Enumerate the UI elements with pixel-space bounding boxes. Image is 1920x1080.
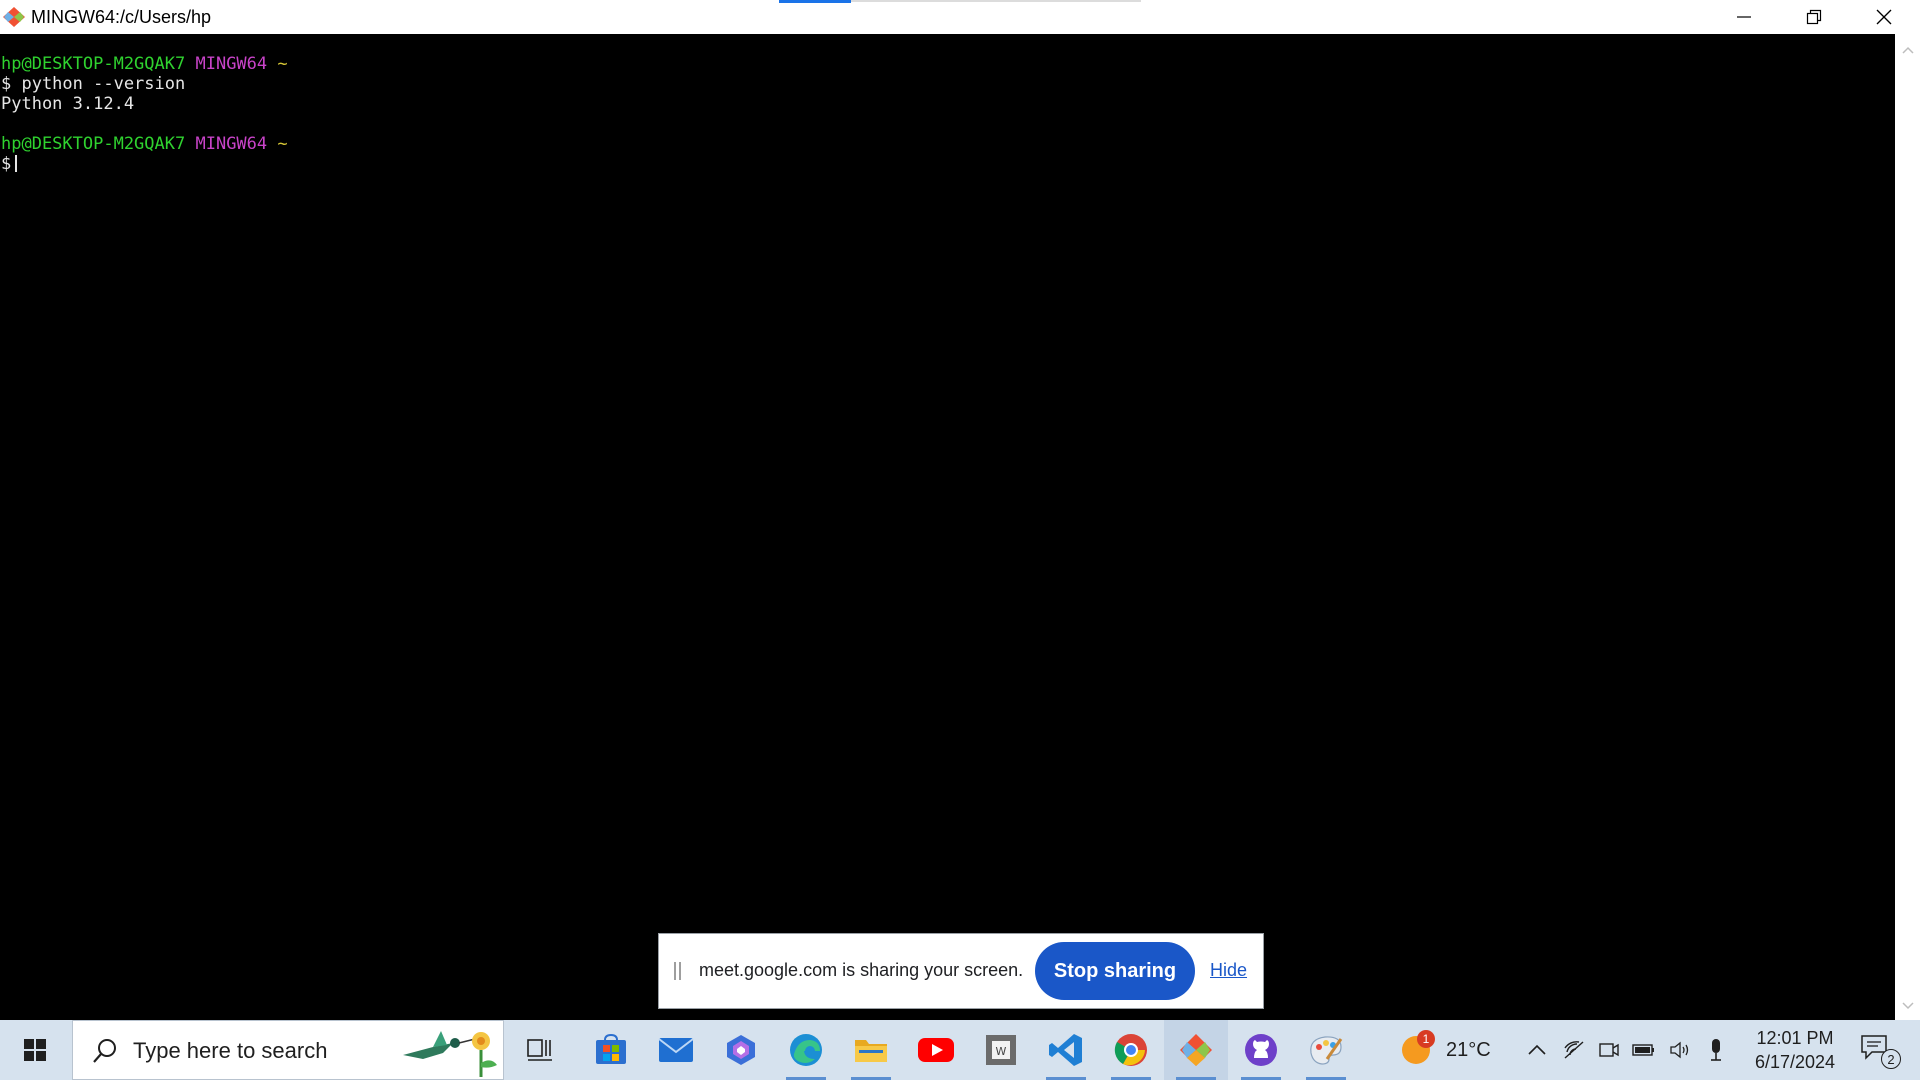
battery-icon <box>1632 1044 1654 1056</box>
terminal-prompt-line: hp@DESKTOP-M2GQAK7 MINGW64 ~ <box>1 134 288 154</box>
video-camera-icon <box>1599 1043 1619 1057</box>
chevron-up-icon <box>1528 1044 1546 1055</box>
hummingbird-illustration-icon <box>403 1031 497 1077</box>
battery-button[interactable] <box>1632 1038 1656 1062</box>
taskbar: Type here to search W 1 21°C 12:01 PM 6/… <box>0 1020 1920 1080</box>
network-button[interactable] <box>1562 1038 1586 1062</box>
clock-date: 6/17/2024 <box>1754 1052 1836 1072</box>
chevron-down-icon <box>1901 1002 1914 1010</box>
taskbar-microsoft-store[interactable] <box>579 1020 643 1080</box>
microphone-icon <box>1711 1039 1721 1061</box>
start-button[interactable] <box>0 1020 70 1080</box>
file-explorer-icon <box>855 1040 887 1062</box>
titlebar-accent <box>779 0 851 3</box>
taskbar-copilot[interactable] <box>709 1020 773 1080</box>
scroll-down-button[interactable] <box>1895 996 1920 1016</box>
share-message: meet.google.com is sharing your screen. <box>699 960 1024 980</box>
terminal-command-line: $ python --version <box>1 74 186 94</box>
scroll-up-button[interactable] <box>1895 40 1920 60</box>
microsoft-store-icon <box>596 1034 626 1064</box>
hide-link[interactable]: Hide <box>1210 960 1247 981</box>
taskbar-vscode[interactable] <box>1034 1020 1098 1080</box>
titlebar-accent-track <box>851 0 1141 2</box>
terminal-prompt-line: hp@DESKTOP-M2GQAK7 MINGW64 ~ <box>1 54 288 74</box>
terminal-output-line: Python 3.12.4 <box>1 94 135 114</box>
task-view-icon <box>527 1039 552 1061</box>
chevron-up-icon <box>1901 46 1914 54</box>
close-icon <box>1876 9 1892 25</box>
minimize-icon <box>1737 16 1751 18</box>
taskbar-edge[interactable] <box>774 1020 838 1080</box>
taskbar-paint[interactable] <box>1294 1020 1358 1080</box>
vscode-icon <box>1049 1034 1082 1066</box>
git-bash-app-icon <box>3 7 25 27</box>
close-button[interactable] <box>1849 0 1919 34</box>
taskbar-youtube[interactable] <box>904 1020 968 1080</box>
word-icon: W <box>986 1035 1016 1065</box>
taskbar-search-box[interactable]: Type here to search <box>72 1020 504 1080</box>
restore-button[interactable] <box>1779 0 1849 34</box>
drag-handle-icon[interactable] <box>674 962 684 980</box>
windows-logo-icon <box>24 1039 46 1061</box>
taskbar-file-explorer[interactable] <box>839 1020 903 1080</box>
taskbar-git-bash[interactable] <box>1164 1020 1228 1080</box>
prompt-path: ~ <box>277 54 288 74</box>
wifi-icon <box>1564 1041 1584 1059</box>
taskbar-chrome[interactable] <box>1099 1020 1163 1080</box>
weather-alert-badge: 1 <box>1417 1030 1435 1048</box>
window-titlebar[interactable]: MINGW64:/c/Users/hp <box>0 0 1920 34</box>
prompt-env: MINGW64 <box>195 54 268 74</box>
terminal-input-line[interactable]: $ <box>1 154 288 174</box>
speaker-icon <box>1670 1041 1689 1059</box>
mail-icon <box>658 1038 694 1062</box>
search-placeholder: Type here to search <box>133 1038 328 1063</box>
action-center-button[interactable]: 2 <box>1860 1034 1901 1069</box>
weather-temperature: 21°C <box>1446 1039 1491 1061</box>
prompt-path: ~ <box>277 134 288 154</box>
screen-share-banner: meet.google.com is sharing your screen. … <box>658 933 1264 1009</box>
prompt-user-host: hp@DESKTOP-M2GQAK7 <box>1 54 186 74</box>
notification-count-badge: 2 <box>1881 1049 1901 1069</box>
minimize-button[interactable] <box>1709 0 1779 34</box>
taskbar-github-desktop[interactable] <box>1229 1020 1293 1080</box>
taskbar-word[interactable]: W <box>969 1020 1033 1080</box>
window-title: MINGW64:/c/Users/hp <box>31 7 212 27</box>
github-desktop-icon <box>1245 1034 1277 1066</box>
taskbar-mail[interactable] <box>644 1020 708 1080</box>
stop-sharing-button[interactable]: Stop sharing <box>1035 942 1195 1000</box>
chrome-icon <box>1114 1034 1147 1066</box>
prompt-user-host: hp@DESKTOP-M2GQAK7 <box>1 134 186 154</box>
prompt-env: MINGW64 <box>195 134 268 154</box>
text-cursor <box>15 155 18 172</box>
vertical-scrollbar[interactable] <box>1895 34 1920 1020</box>
terminal-output[interactable]: hp@DESKTOP-M2GQAK7 MINGW64 ~ $ python --… <box>0 34 1895 1020</box>
svg-text:W: W <box>996 1045 1007 1058</box>
clock-time: 12:01 PM <box>1756 1028 1834 1048</box>
edge-icon <box>790 1034 822 1066</box>
git-bash-icon <box>1180 1034 1212 1066</box>
paint-icon <box>1310 1036 1343 1065</box>
task-view-button[interactable] <box>508 1020 572 1080</box>
prompt-symbol: $ <box>1 154 12 174</box>
copilot-icon <box>727 1035 755 1065</box>
microphone-button[interactable] <box>1704 1038 1728 1062</box>
youtube-icon <box>918 1038 954 1062</box>
volume-button[interactable] <box>1668 1038 1692 1062</box>
show-hidden-icons-button[interactable] <box>1525 1038 1549 1062</box>
restore-icon <box>1806 9 1822 25</box>
weather-widget[interactable]: 1 21°C <box>1398 1020 1498 1080</box>
meet-now-button[interactable] <box>1597 1038 1621 1062</box>
search-icon <box>93 1039 116 1063</box>
taskbar-clock[interactable]: 12:01 PM 6/17/2024 <box>1740 1026 1850 1076</box>
